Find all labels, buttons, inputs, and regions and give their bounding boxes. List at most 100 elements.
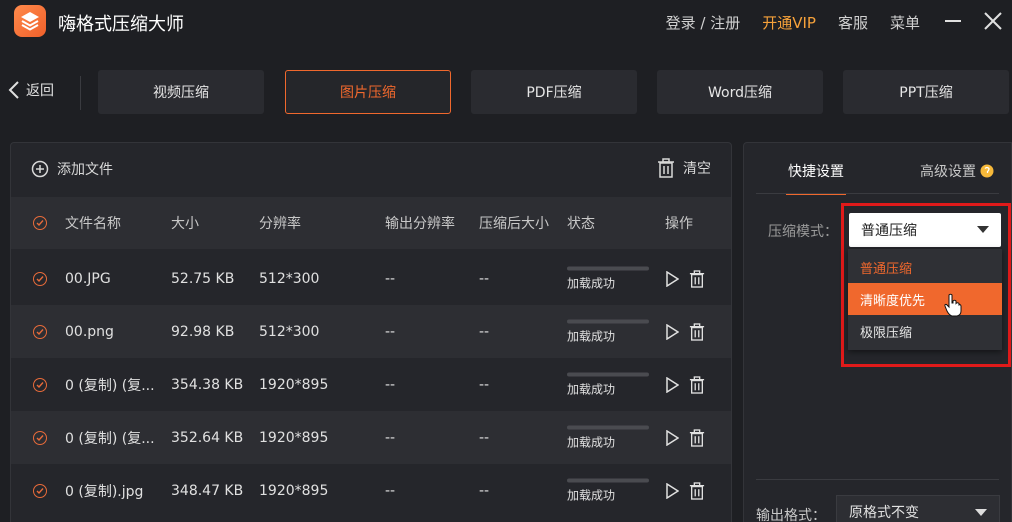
output-resolution: -- [385, 376, 396, 393]
status-text: 加载成功 [567, 435, 616, 449]
status-text: 加载成功 [567, 488, 616, 502]
file-name: 0 (复制) (复... [65, 377, 155, 394]
play-icon[interactable] [665, 323, 679, 340]
trash-icon [658, 158, 674, 178]
trash-icon[interactable] [689, 269, 705, 288]
minimize-icon[interactable] [940, 8, 966, 34]
chevron-down-icon [975, 509, 987, 516]
table-row[interactable]: 00.png 92.98 KB 512*300 -- -- 加载成功 [11, 305, 731, 358]
header-operations: 操作 [665, 216, 693, 232]
option-normal-compress[interactable]: 普通压缩 [848, 251, 1002, 283]
option-extreme-compress[interactable]: 极限压缩 [848, 315, 1002, 347]
table-row[interactable]: 00.JPG 52.75 KB 512*300 -- -- 加载成功 [11, 252, 731, 305]
title-bar: 嗨格式压缩大师 登录 / 注册 开通VIP 客服 菜单 [0, 0, 1012, 44]
status-text: 加载成功 [567, 382, 616, 396]
row-checkbox[interactable] [33, 377, 47, 392]
row-checkbox[interactable] [33, 430, 47, 445]
output-size: -- [479, 376, 490, 393]
hand-cursor-icon [944, 293, 962, 321]
play-icon[interactable] [665, 376, 679, 393]
tab-quick-settings[interactable]: 快捷设置 [786, 161, 846, 195]
plus-circle-icon [31, 160, 49, 178]
output-format-label: 输出格式： [756, 508, 826, 522]
row-operations [665, 269, 705, 288]
app-logo-icon [14, 5, 46, 37]
progress-bar [567, 319, 649, 323]
trash-icon[interactable] [689, 428, 705, 447]
app-title: 嗨格式压缩大师 [58, 14, 184, 35]
output-format-value: 原格式不变 [849, 505, 919, 521]
select-all-checkbox[interactable] [33, 216, 47, 230]
row-operations [665, 322, 705, 341]
output-resolution: -- [385, 270, 396, 287]
output-size: -- [479, 429, 490, 446]
login-register-link[interactable]: 登录 / 注册 [666, 12, 741, 33]
menu-link[interactable]: 菜单 [890, 12, 920, 33]
output-format-select[interactable]: 原格式不变 [836, 495, 1000, 522]
back-label: 返回 [26, 83, 54, 99]
file-size: 52.75 KB [171, 270, 235, 287]
file-name: 00.JPG [65, 270, 111, 287]
row-checkbox[interactable] [33, 483, 47, 498]
vip-link[interactable]: 开通VIP [762, 12, 816, 33]
status-cell: 加载成功 [567, 425, 649, 450]
play-icon[interactable] [665, 429, 679, 446]
output-resolution: -- [385, 323, 396, 340]
tab-pdf-compress[interactable]: PDF压缩 [471, 70, 637, 114]
tab-word-compress[interactable]: Word压缩 [657, 70, 823, 114]
tab-video-compress[interactable]: 视频压缩 [98, 70, 264, 114]
output-size: -- [479, 482, 490, 499]
table-row[interactable]: 0 (复制).jpg 348.47 KB 1920*895 -- -- 加载成功 [11, 464, 731, 517]
progress-bar [567, 478, 649, 482]
option-clarity-priority[interactable]: 清晰度优先 [848, 283, 1002, 315]
settings-panel: 快捷设置 高级设置 压缩模式： 普通压缩 普通压缩 清晰度优先 极限压缩 输出格… [743, 142, 1012, 522]
status-cell: 加载成功 [567, 478, 649, 503]
file-resolution: 1920*895 [259, 376, 329, 393]
status-text: 加载成功 [567, 276, 616, 290]
table-row[interactable]: 0 (复制) (复... 354.38 KB 1920*895 -- -- 加载… [11, 358, 731, 411]
compress-mode-dropdown: 普通压缩 清晰度优先 极限压缩 [848, 249, 1002, 350]
file-size: 92.98 KB [171, 323, 235, 340]
row-operations [665, 428, 705, 447]
clear-button[interactable]: 清空 [657, 158, 711, 178]
progress-bar [567, 266, 649, 270]
chevron-down-icon [977, 226, 989, 233]
file-resolution: 1920*895 [259, 482, 329, 499]
add-file-label: 添加文件 [57, 162, 113, 178]
trash-icon[interactable] [689, 375, 705, 394]
output-size: -- [479, 323, 490, 340]
settings-tab-divider [756, 193, 999, 194]
status-text: 加载成功 [567, 329, 616, 343]
tab-separator [80, 76, 81, 110]
tab-advanced-settings[interactable]: 高级设置 [920, 161, 994, 181]
file-size: 354.38 KB [171, 376, 244, 393]
play-icon[interactable] [665, 482, 679, 499]
row-checkbox[interactable] [33, 271, 47, 286]
close-icon[interactable] [980, 8, 1006, 34]
lightbulb-icon [980, 164, 994, 178]
check-circle-icon [33, 377, 47, 392]
trash-icon[interactable] [689, 481, 705, 500]
row-checkbox[interactable] [33, 324, 47, 339]
back-button[interactable]: 返回 [8, 80, 54, 100]
tab-ppt-compress[interactable]: PPT压缩 [843, 70, 1009, 114]
file-list-panel: 添加文件 清空 文件名称 大小 分辨率 输出分辨率 压缩后大小 状态 操作 00… [10, 142, 732, 522]
progress-bar [567, 425, 649, 429]
progress-bar [567, 372, 649, 376]
file-resolution: 1920*895 [259, 429, 329, 446]
top-actions: 登录 / 注册 开通VIP 客服 菜单 [666, 12, 920, 33]
header-output-resolution: 输出分辨率 [385, 216, 455, 232]
add-file-button[interactable]: 添加文件 [31, 159, 113, 179]
format-divider [756, 479, 999, 480]
file-size: 348.47 KB [171, 482, 244, 499]
service-link[interactable]: 客服 [838, 12, 868, 33]
trash-icon[interactable] [689, 322, 705, 341]
check-circle-icon [33, 216, 47, 230]
check-circle-icon [33, 271, 47, 286]
compress-mode-select[interactable]: 普通压缩 [849, 213, 1001, 247]
play-icon[interactable] [665, 270, 679, 287]
header-name: 文件名称 [65, 216, 121, 232]
advanced-settings-label: 高级设置 [920, 164, 976, 180]
table-row[interactable]: 0 (复制) (复... 352.64 KB 1920*895 -- -- 加载… [11, 411, 731, 464]
tab-image-compress[interactable]: 图片压缩 [285, 70, 451, 114]
